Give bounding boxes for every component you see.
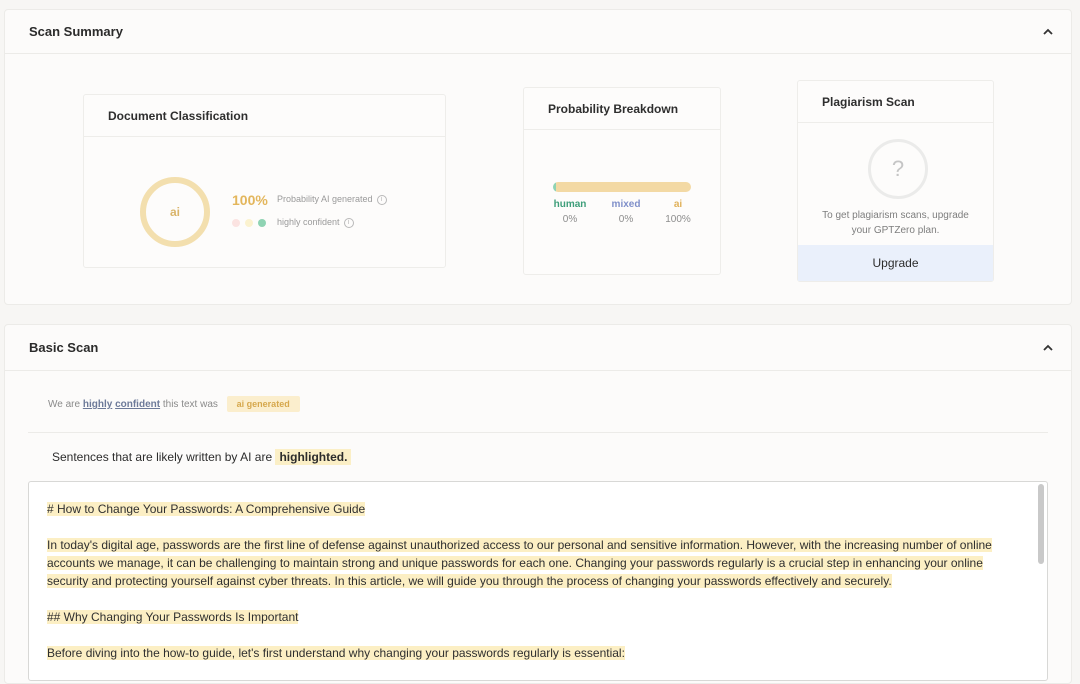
confidence-label-text: highly confident	[277, 217, 340, 227]
confidence-statement: We are highly confident this text was ai…	[48, 396, 300, 412]
plagiarism-scan-title: Plagiarism Scan	[798, 81, 993, 123]
scrollbar[interactable]	[1038, 484, 1044, 564]
confidence-label: highly confident i	[277, 217, 354, 228]
label-human: human	[553, 199, 587, 210]
highlighted-sentence: # How to Change Your Passwords: A Compre…	[47, 502, 366, 516]
value-human: 0%	[562, 214, 578, 225]
confident-mid: this text was	[162, 399, 218, 410]
plagiarism-scan-card: Plagiarism Scan ? To get plagiarism scan…	[797, 80, 994, 282]
plagiarism-message: To get plagiarism scans, upgrade your GP…	[798, 208, 993, 238]
question-mark-icon: ?	[868, 139, 928, 199]
chevron-up-icon[interactable]	[1041, 25, 1055, 39]
probability-breakdown-title: Probability Breakdown	[524, 88, 720, 130]
highlight-legend-text: Sentences that are likely written by AI …	[52, 450, 273, 464]
scan-summary-title: Scan Summary	[29, 24, 123, 39]
ai-percent: 100%	[232, 192, 268, 208]
confidence-dot-low	[232, 219, 240, 227]
document-classification-title: Document Classification	[84, 95, 445, 137]
value-ai: 100%	[665, 214, 691, 225]
gauge-label: ai	[169, 205, 180, 219]
label-mixed: mixed	[611, 199, 641, 210]
probability-breakdown-card: Probability Breakdown human mixed ai 0% …	[523, 87, 721, 275]
ai-gauge: ai	[140, 177, 210, 247]
document-classification-card: Document Classification ai 100% Probabil…	[83, 94, 446, 268]
confidence-dot-mid	[245, 219, 253, 227]
confident-prefix: We are	[48, 399, 81, 410]
probability-label: Probability AI generated i	[277, 194, 387, 205]
scanned-text: # How to Change Your Passwords: A Compre…	[47, 500, 1022, 680]
info-icon[interactable]: i	[376, 194, 387, 205]
scan-summary-header[interactable]: Scan Summary	[5, 10, 1071, 54]
confidence-dot-high	[258, 219, 266, 227]
scanned-text-box[interactable]: # How to Change Your Passwords: A Compre…	[28, 481, 1048, 681]
confident-word-highly[interactable]: highly	[83, 399, 112, 410]
info-icon[interactable]: i	[343, 217, 354, 228]
plagiarism-message-line2: your GPTZero plan.	[851, 225, 940, 236]
basic-scan-title: Basic Scan	[29, 340, 99, 355]
highlight-legend: Sentences that are likely written by AI …	[52, 449, 352, 465]
highlight-legend-word: highlighted.	[275, 449, 352, 465]
highlighted-sentence: ## Why Changing Your Passwords Is Import…	[47, 610, 299, 624]
chevron-up-icon[interactable]	[1041, 341, 1055, 355]
probability-label-text: Probability AI generated	[277, 194, 373, 204]
highlighted-sentence: Before diving into the how-to guide, let…	[47, 646, 625, 660]
scan-summary-panel: Scan Summary Document Classification ai …	[4, 9, 1072, 305]
label-ai: ai	[673, 199, 683, 210]
confident-word-confident[interactable]: confident	[115, 399, 160, 410]
ai-generated-badge: ai generated	[226, 396, 300, 412]
plagiarism-message-line1: To get plagiarism scans, upgrade	[822, 210, 969, 221]
highlighted-sentence: In today's digital age, passwords are th…	[47, 538, 992, 588]
basic-scan-header[interactable]: Basic Scan	[5, 325, 1071, 371]
probability-bar	[553, 182, 691, 192]
divider	[28, 432, 1048, 433]
upgrade-button[interactable]: Upgrade	[798, 245, 993, 281]
value-mixed: 0%	[618, 214, 634, 225]
